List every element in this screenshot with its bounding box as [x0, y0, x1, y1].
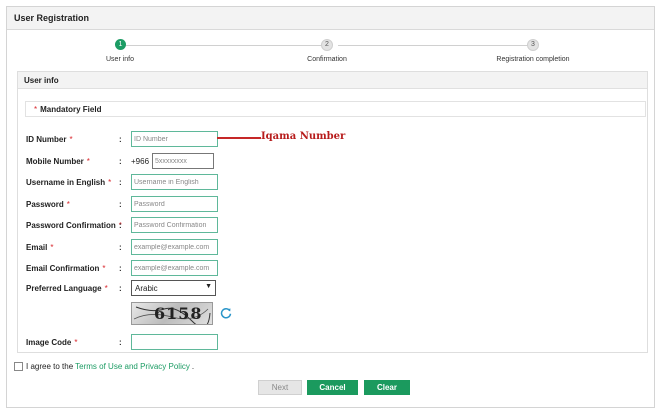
id-number-label: ID Number *: [26, 135, 73, 144]
email-label: Email *: [26, 243, 54, 252]
form-row-mobile: Mobile Number * : +966: [18, 153, 647, 169]
language-select[interactable]: Arabic ▼: [131, 280, 216, 296]
agree-checkbox[interactable]: [14, 362, 23, 371]
page-title: User Registration: [7, 7, 654, 30]
captcha-text: 6158: [154, 304, 203, 323]
registration-page: User Registration 1 User info 2 Confirma…: [6, 6, 655, 408]
step-connector: [126, 45, 326, 46]
cancel-button[interactable]: Cancel: [307, 380, 358, 395]
annotation-text: Iqama Number: [261, 131, 346, 142]
colon: :: [119, 243, 122, 252]
colon: :: [119, 135, 122, 144]
form-row-password: Password * :: [18, 196, 647, 212]
password-label: Password *: [26, 200, 70, 209]
mobile-number-input[interactable]: [152, 153, 214, 169]
preferred-language-label: Preferred Language *: [26, 284, 108, 293]
terms-link[interactable]: Terms of Use and Privacy Policy: [75, 362, 190, 371]
panel-title: User info: [18, 72, 647, 89]
colon: :: [119, 338, 122, 347]
agree-prefix: I agree to the: [26, 362, 74, 371]
step-1-label: User info: [105, 56, 135, 63]
email-confirmation-label: Email Confirmation *: [26, 264, 106, 273]
colon: :: [119, 264, 122, 273]
form-row-image-code: Image Code * :: [18, 334, 647, 350]
terms-agreement: I agree to the Terms of Use and Privacy …: [14, 362, 194, 371]
step-2-label: Confirmation: [307, 56, 347, 63]
progress-stepper: 1 User info 2 Confirmation 3 Registratio…: [7, 34, 654, 68]
form-row-email: Email * :: [18, 239, 647, 255]
annotation-arrow-line: [217, 137, 261, 139]
colon: :: [119, 157, 122, 166]
required-star: *: [34, 104, 38, 114]
step-3-label: Registration completion: [496, 56, 570, 63]
language-select-value: Arabic: [135, 283, 158, 293]
captcha-image: 6158: [131, 302, 213, 325]
form-row-language: Preferred Language * : Arabic ▼: [18, 280, 647, 296]
form-row-password-confirmation: Password Confirmation * :: [18, 217, 647, 233]
country-code-prefix: +966: [131, 157, 150, 166]
user-info-panel: User info * Mandatory Field ID Number * :…: [17, 71, 648, 353]
email-input[interactable]: [131, 239, 218, 255]
email-confirmation-input[interactable]: [131, 260, 218, 276]
colon: :: [119, 200, 122, 209]
colon: :: [119, 284, 122, 293]
step-3-circle: 3: [527, 39, 539, 51]
step-connector: [338, 45, 531, 46]
agree-suffix: .: [191, 362, 195, 371]
id-number-input[interactable]: [131, 131, 218, 147]
refresh-captcha-icon[interactable]: [220, 307, 232, 319]
dropdown-arrow-icon: ▼: [205, 283, 212, 290]
mandatory-text: Mandatory Field: [40, 104, 102, 114]
password-confirmation-label: Password Confirmation *: [26, 221, 122, 230]
step-1-circle: 1: [115, 39, 126, 50]
clear-button[interactable]: Clear: [364, 380, 410, 395]
mandatory-field-note: * Mandatory Field: [25, 101, 646, 117]
colon: :: [119, 221, 122, 230]
image-code-label: Image Code *: [26, 338, 78, 347]
form-row-email-confirmation: Email Confirmation * :: [18, 260, 647, 276]
password-confirmation-input[interactable]: [131, 217, 218, 233]
username-label: Username in English *: [26, 178, 112, 187]
username-input[interactable]: [131, 174, 218, 190]
next-button[interactable]: Next: [258, 380, 302, 395]
mobile-number-label: Mobile Number *: [26, 157, 90, 166]
colon: :: [119, 178, 122, 187]
password-input[interactable]: [131, 196, 218, 212]
image-code-input[interactable]: [131, 334, 218, 350]
step-2-circle: 2: [321, 39, 333, 51]
form-row-username: Username in English * :: [18, 174, 647, 190]
